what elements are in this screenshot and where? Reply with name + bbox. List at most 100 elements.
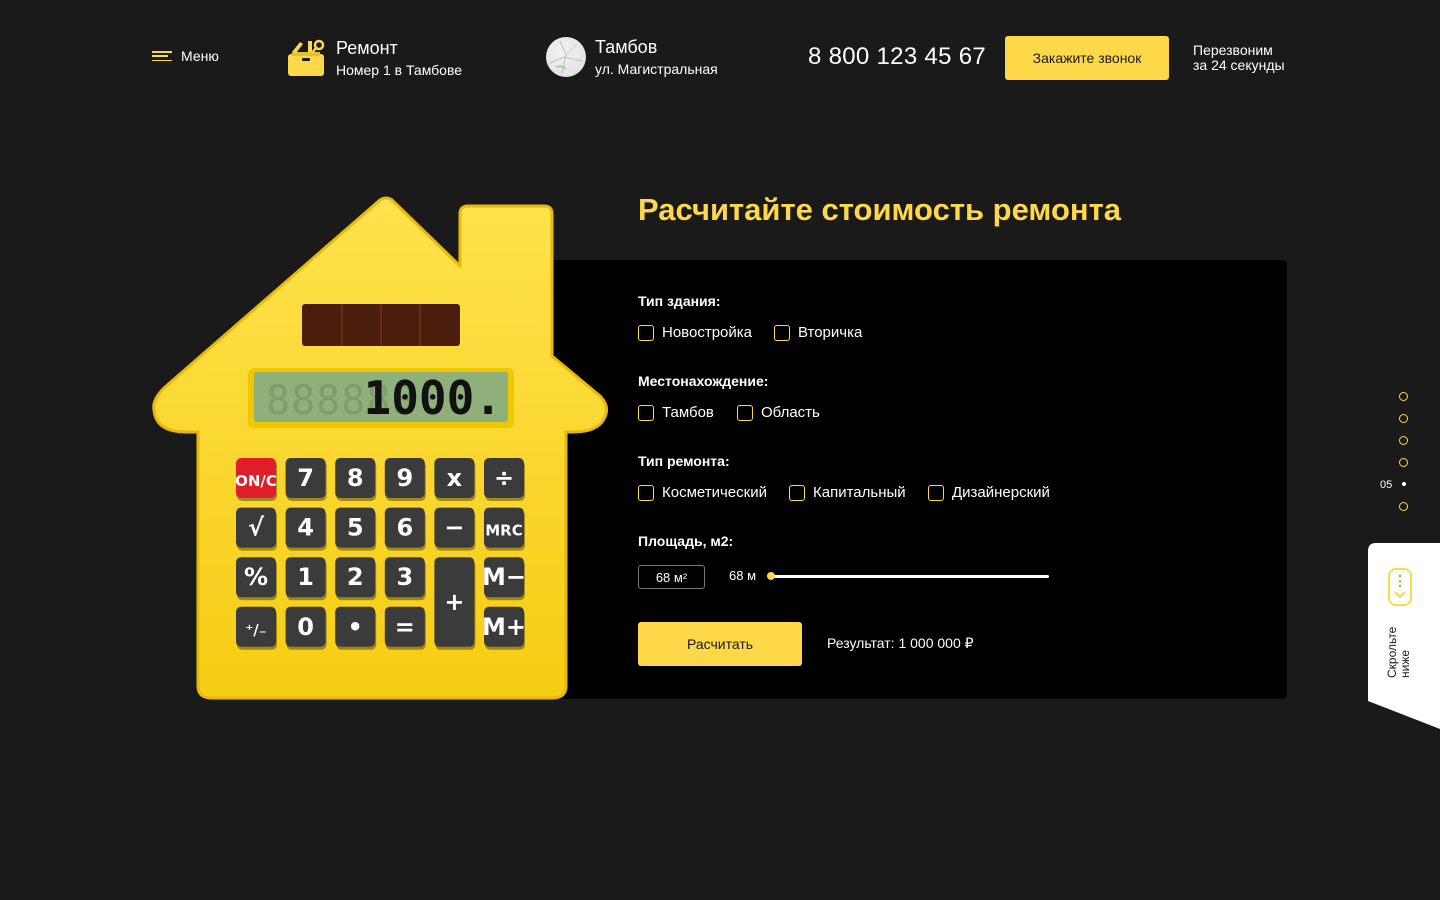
calculator-house-illustration: 888888 1000. ON/C 7 8 9 x ÷√ 4 5 6− MRC% 1 2 3+M−⁺∕₋…: [152, 196, 608, 700]
calc-key: MRC: [484, 507, 525, 551]
scroll-hint-line-2: ниже: [1398, 649, 1412, 678]
area-slider[interactable]: [767, 572, 1049, 580]
calc-key-label: 1: [297, 563, 314, 591]
calc-key: 0: [285, 606, 327, 650]
phone-number[interactable]: 8 800 123 45 67: [808, 43, 986, 71]
option-label: Дизайнерский: [952, 484, 1050, 501]
callback-line-2: за 24 секунды: [1193, 57, 1285, 73]
repair-type-label: Тип ремонта:: [638, 453, 730, 469]
section-dot-4[interactable]: [1399, 458, 1408, 467]
calc-key-label: M+: [482, 613, 526, 641]
calc-key-label: ⁺∕₋: [245, 621, 266, 639]
city-name: Тамбов: [595, 37, 658, 57]
calc-key: √: [236, 507, 277, 551]
option-label: Вторичка: [798, 324, 863, 341]
result-text: Результат: 1 000 000 ₽: [827, 635, 974, 651]
calc-key-label: 7: [297, 464, 314, 492]
calc-key: %: [236, 557, 277, 601]
street-address: ул. Магистральная: [595, 61, 718, 77]
callback-note: Перезвоним за 24 секунды: [1193, 43, 1285, 73]
calc-key-label: ON/C: [235, 472, 277, 490]
calc-key: 5: [335, 507, 377, 551]
option-label: Капитальный: [813, 484, 906, 501]
calc-key: −: [434, 507, 476, 551]
order-call-button[interactable]: Закажите звонок: [1005, 36, 1169, 80]
scroll-hint-text: Скрольте ниже: [1385, 627, 1412, 678]
calc-key-label: =: [395, 613, 415, 641]
calc-key: 8: [335, 458, 377, 501]
option-secondary[interactable]: Вторичка: [774, 324, 862, 341]
toolbox-icon: [288, 39, 325, 76]
calc-key: M+: [482, 606, 526, 650]
calc-key-label: +: [444, 588, 464, 616]
area-input[interactable]: 68 м²: [638, 565, 705, 589]
building-type-label: Тип здания:: [638, 293, 721, 309]
calc-key: =: [384, 606, 426, 650]
calc-key: 3: [384, 557, 426, 601]
calc-key-label: 8: [347, 464, 364, 492]
checkbox[interactable]: [638, 324, 654, 341]
calc-key: M−: [482, 557, 526, 601]
menu-icon: [152, 51, 172, 61]
option-designer[interactable]: Дизайнерский: [928, 484, 1050, 501]
calc-key: 7: [285, 458, 327, 501]
calc-key: x: [434, 458, 476, 501]
option-label: Новостройка: [662, 324, 752, 341]
calc-key-label: 2: [347, 563, 364, 591]
calc-key-label: 6: [396, 514, 413, 542]
calc-key-label: 4: [297, 514, 314, 542]
area-slider-value: 68 м: [729, 568, 757, 583]
option-tambov[interactable]: Тамбов: [638, 404, 714, 421]
section-dot-6[interactable]: [1399, 502, 1408, 511]
calc-key-label: 5: [347, 514, 364, 542]
option-new-building[interactable]: Новостройка: [638, 324, 752, 341]
brand-title: Ремонт: [336, 38, 398, 58]
brand-logo[interactable]: Ремонт Номер 1 в Тамбове: [286, 38, 462, 80]
calc-key: 1: [285, 557, 327, 601]
calc-key: 2: [335, 557, 377, 601]
option-label: Косметический: [662, 484, 767, 501]
current-section-number: 05: [1380, 479, 1393, 491]
section-dot-5-active[interactable]: [1402, 482, 1406, 486]
calc-key-label: 0: [297, 613, 314, 641]
option-label: Тамбов: [662, 404, 714, 421]
brand-subtitle: Номер 1 в Тамбове: [336, 62, 463, 78]
location-label: Местонахождение:: [638, 373, 769, 389]
calc-key-label: MRC: [485, 522, 523, 540]
calc-key-label: √: [248, 514, 265, 542]
checkbox[interactable]: [928, 484, 944, 501]
callback-line-1: Перезвоним: [1193, 42, 1273, 58]
menu-button[interactable]: Меню: [152, 48, 219, 64]
section-dot-1[interactable]: [1399, 392, 1408, 401]
calc-key: ON/C: [235, 458, 277, 501]
calc-key: +: [434, 557, 476, 650]
menu-label: Меню: [181, 48, 219, 64]
calculate-button[interactable]: Расчитать: [638, 622, 802, 666]
calc-key-label: −: [444, 514, 464, 542]
option-cosmetic[interactable]: Косметический: [638, 484, 767, 501]
calc-key: ÷: [484, 458, 525, 501]
section-dot-3[interactable]: [1399, 436, 1408, 445]
calc-key-label: ÷: [494, 464, 514, 492]
section-dot-2[interactable]: [1399, 414, 1408, 423]
checkbox[interactable]: [638, 404, 654, 421]
map-icon: [546, 37, 586, 77]
calculator-display: 1000.: [364, 371, 502, 425]
calc-key-label: %: [244, 563, 268, 591]
area-label: Площадь, м2:: [638, 533, 734, 549]
option-region[interactable]: Область: [737, 404, 820, 421]
location-block[interactable]: Тамбов ул. Магистральная: [546, 36, 718, 79]
calc-key: 6: [384, 507, 426, 551]
checkbox[interactable]: [774, 324, 790, 341]
checkbox[interactable]: [638, 484, 654, 501]
page-title: Расчитайте стоимость ремонта: [638, 192, 1122, 227]
option-label: Область: [761, 404, 820, 421]
calc-key-label: x: [447, 464, 463, 492]
scroll-mouse-icon: [1388, 568, 1412, 606]
checkbox[interactable]: [737, 404, 753, 421]
slider-handle[interactable]: [767, 572, 775, 580]
checkbox[interactable]: [789, 484, 805, 501]
calc-key: 4: [285, 507, 327, 551]
calc-key-label: M−: [482, 563, 526, 591]
option-capital[interactable]: Капитальный: [789, 484, 906, 501]
